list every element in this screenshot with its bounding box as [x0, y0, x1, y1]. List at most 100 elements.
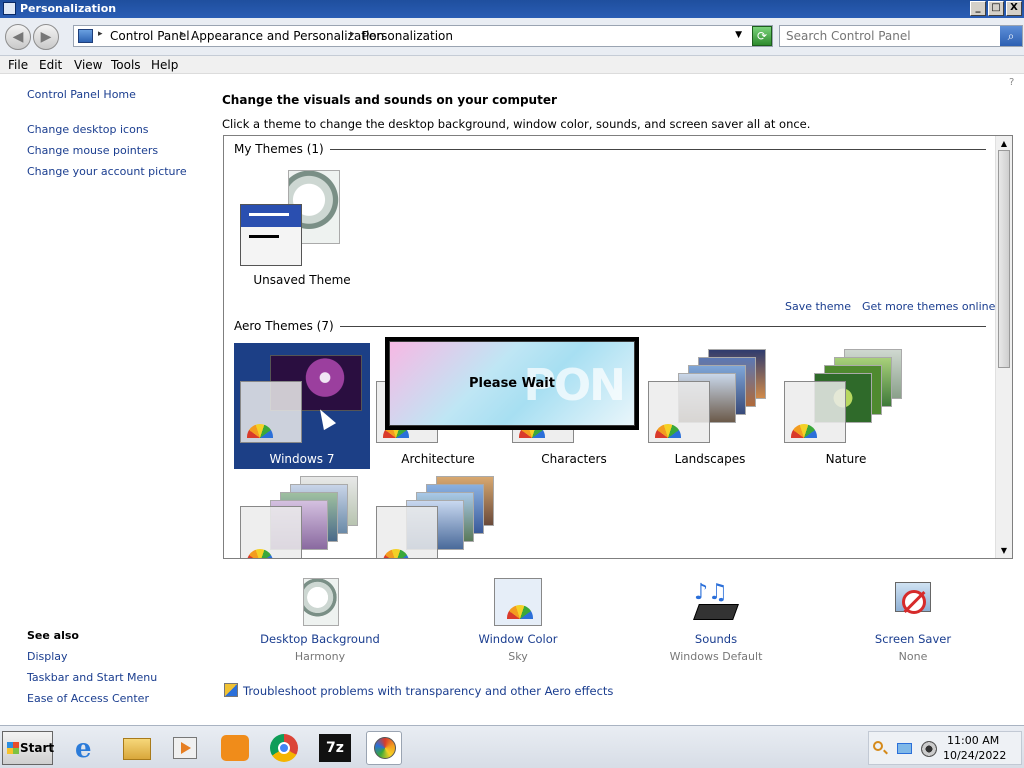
control-panel-home-link[interactable]: Control Panel Home — [27, 88, 136, 101]
troubleshoot-label[interactable]: Troubleshoot problems with transparency … — [243, 684, 613, 698]
aero-themes-title: Aero Themes (7) — [234, 319, 340, 333]
please-wait-label: Please Wait — [469, 376, 555, 391]
unsaved-theme[interactable] — [238, 170, 342, 290]
change-mouse-pointers-link[interactable]: Change mouse pointers — [27, 144, 158, 157]
search-box[interactable]: ⌕ — [779, 25, 1023, 47]
screen-saver-label[interactable]: Screen Saver — [848, 632, 978, 646]
help-icon[interactable]: ? — [1009, 77, 1014, 88]
change-desktop-icons-link[interactable]: Change desktop icons — [27, 123, 149, 136]
sounds-icon: ♪♫ — [692, 578, 740, 626]
7zip-icon[interactable]: 7z — [317, 731, 353, 765]
breadcrumb-personalization[interactable]: Personalization — [362, 29, 453, 43]
theme-item[interactable] — [370, 472, 506, 558]
personalization-taskbar-icon[interactable] — [366, 731, 402, 765]
search-input[interactable] — [780, 26, 998, 46]
shield-icon — [224, 683, 238, 697]
maximize-button[interactable]: □ — [988, 1, 1004, 16]
section-divider — [234, 149, 986, 150]
theme-label: Landscapes — [674, 452, 746, 466]
refresh-button[interactable]: ⟳ — [752, 26, 772, 46]
change-account-picture-link[interactable]: Change your account picture — [27, 165, 187, 178]
close-button[interactable]: X — [1006, 1, 1022, 16]
troubleshoot-aero-link[interactable]: Troubleshoot problems with transparency … — [224, 683, 613, 698]
clock-time[interactable]: 11:00 AM — [947, 734, 999, 747]
breadcrumb-control-panel[interactable]: Control Panel — [110, 29, 190, 43]
theme-item[interactable] — [234, 472, 370, 558]
window-color-setting[interactable]: Window Color Sky — [453, 578, 583, 668]
screen-saver-value: None — [898, 650, 928, 663]
color-palette-icon — [247, 424, 273, 438]
menu-tools[interactable]: Tools — [111, 58, 141, 72]
start-button[interactable]: Start — [2, 731, 55, 765]
desktop-background-setting[interactable]: Desktop Background Harmony — [255, 578, 385, 668]
theme-label: Windows 7 — [269, 452, 335, 466]
navigation-bar: ◀ ▶ ▸ Control Panel ▸ Appearance and Per… — [0, 18, 1024, 56]
menu-help[interactable]: Help — [151, 58, 178, 72]
control-panel-icon — [78, 29, 93, 43]
page-subtitle: Click a theme to change the desktop back… — [222, 117, 811, 131]
back-button[interactable]: ◀ — [5, 24, 31, 50]
menu-view[interactable]: View — [74, 58, 102, 72]
breadcrumb-arrow-icon[interactable]: ▸ — [180, 29, 185, 39]
internet-explorer-icon[interactable]: e — [70, 731, 106, 765]
scroll-thumb[interactable] — [998, 150, 1010, 368]
menu-bar: File Edit View Tools Help — [0, 56, 1024, 74]
start-label: Start — [20, 741, 55, 755]
forward-button[interactable]: ▶ — [33, 24, 59, 50]
ease-of-access-link[interactable]: Ease of Access Center — [27, 692, 149, 705]
address-bar[interactable]: ▸ Control Panel ▸ Appearance and Persona… — [73, 25, 773, 47]
theme-label: Architecture — [401, 452, 475, 466]
screen-saver-icon — [889, 578, 937, 626]
theme-nature[interactable]: Nature — [778, 343, 914, 469]
color-palette-icon — [247, 549, 273, 558]
display-link[interactable]: Display — [27, 650, 68, 663]
window-controls: _ □ X — [970, 1, 1022, 16]
menu-file[interactable]: File — [8, 58, 28, 72]
search-icon[interactable]: ⌕ — [1000, 26, 1022, 46]
theme-window-thumbnail — [648, 381, 710, 443]
color-palette-icon — [655, 424, 681, 438]
window-color-icon — [494, 578, 542, 626]
sounds-setting[interactable]: ♪♫ Sounds Windows Default — [651, 578, 781, 668]
window-color-value: Sky — [508, 650, 528, 663]
save-theme-link[interactable]: Save theme — [785, 300, 851, 313]
theme-windows-7[interactable]: Windows 7 — [234, 343, 370, 469]
uc-browser-icon[interactable] — [217, 731, 253, 765]
breadcrumb-appearance[interactable]: Appearance and Personalization — [191, 29, 384, 43]
unsaved-theme-label: Unsaved Theme — [253, 273, 351, 287]
page-title: Change the visuals and sounds on your co… — [222, 93, 557, 107]
desktop-background-value: Harmony — [294, 650, 346, 663]
breadcrumb-arrow-icon[interactable]: ▸ — [350, 29, 355, 39]
get-more-themes-link[interactable]: Get more themes online — [862, 300, 995, 313]
sounds-value: Windows Default — [669, 650, 763, 663]
breadcrumb-arrow-icon[interactable]: ▸ — [98, 29, 103, 39]
desktop-background-icon — [303, 578, 339, 626]
volume-icon[interactable] — [921, 741, 937, 757]
menu-edit[interactable]: Edit — [39, 58, 62, 72]
see-also-title: See also — [27, 629, 79, 642]
scroll-up-arrow-icon[interactable]: ▲ — [999, 139, 1009, 148]
clock-date[interactable]: 10/24/2022 — [943, 749, 1006, 762]
desktop-background-label[interactable]: Desktop Background — [255, 632, 385, 646]
vertical-scrollbar[interactable]: ▲ ▼ — [995, 136, 1012, 558]
taskbar-start-menu-link[interactable]: Taskbar and Start Menu — [27, 671, 157, 684]
windows-logo-icon — [7, 742, 19, 754]
section-divider — [234, 326, 986, 327]
search-tray-icon[interactable] — [873, 741, 889, 757]
theme-window-thumbnail — [784, 381, 846, 443]
chevron-down-icon[interactable]: ▼ — [735, 30, 742, 40]
please-wait-dialog: PON Please Wait — [385, 337, 639, 430]
media-player-icon[interactable] — [168, 731, 204, 765]
sounds-label[interactable]: Sounds — [651, 632, 781, 646]
window-preview-thumbnail — [240, 204, 302, 266]
network-icon[interactable] — [897, 741, 913, 757]
scroll-down-arrow-icon[interactable]: ▼ — [999, 546, 1009, 555]
chrome-icon[interactable] — [266, 731, 302, 765]
window-color-label[interactable]: Window Color — [453, 632, 583, 646]
screen-saver-setting[interactable]: Screen Saver None — [848, 578, 978, 668]
folder-icon[interactable] — [119, 731, 155, 765]
theme-landscapes[interactable]: Landscapes — [642, 343, 778, 469]
minimize-button[interactable]: _ — [970, 1, 986, 16]
title-bar: Personalization _ □ X — [0, 0, 1024, 18]
color-palette-icon — [383, 549, 409, 558]
